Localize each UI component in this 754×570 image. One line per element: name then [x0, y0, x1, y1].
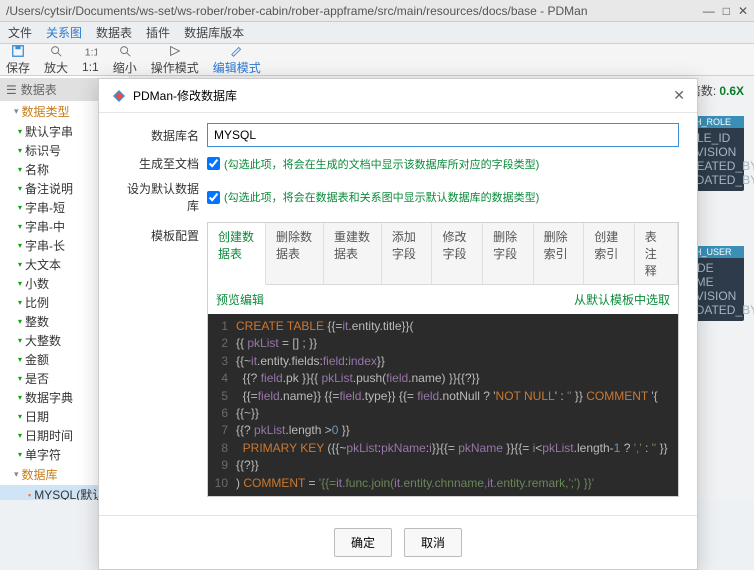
- default-hint: (勾选此项，将会在数据表和关系图中显示默认数据库的数据类型): [224, 189, 539, 205]
- edit-db-modal: PDMan-修改数据库 ✕ 数据库名 生成至文档 (勾选此项，将会在生成的文档中…: [98, 78, 698, 570]
- menubar: 文件 关系图 数据表 插件 数据库版本: [0, 22, 754, 44]
- menu-plugin[interactable]: 插件: [146, 24, 170, 41]
- preview-link[interactable]: 预览编辑: [216, 291, 264, 308]
- template-tab[interactable]: 创建索引: [584, 223, 635, 284]
- cancel-button[interactable]: 取消: [404, 528, 462, 557]
- menu-relation[interactable]: 关系图: [46, 24, 82, 41]
- template-tab[interactable]: 重建数据表: [324, 223, 382, 284]
- menu-file[interactable]: 文件: [8, 24, 32, 41]
- tb-zoomin[interactable]: 放大: [44, 44, 68, 76]
- tb-save[interactable]: 保存: [6, 44, 30, 76]
- tb-11[interactable]: 1:11:1: [82, 45, 99, 74]
- template-tab[interactable]: 删除字段: [483, 223, 534, 284]
- dbname-input[interactable]: [207, 123, 679, 147]
- gendoc-hint: (勾选此项，将会在生成的文档中显示该数据库所对应的字段类型): [224, 156, 539, 172]
- toolbar: 保存 放大 1:11:1 缩小 操作模式 编辑模式: [0, 44, 754, 76]
- maximize-icon[interactable]: □: [723, 4, 730, 18]
- template-tabs: 创建数据表删除数据表重建数据表添加字段修改字段删除字段删除索引创建索引表注释: [208, 223, 678, 285]
- template-tab[interactable]: 创建数据表: [208, 223, 266, 285]
- label-gendoc: 生成至文档: [117, 155, 207, 172]
- tb-zoomout[interactable]: 缩小: [113, 44, 137, 76]
- label-default: 设为默认数据库: [117, 180, 207, 214]
- modal-title: PDMan-修改数据库: [133, 87, 237, 104]
- modal-header: PDMan-修改数据库 ✕: [99, 79, 697, 113]
- tb-opmode[interactable]: 操作模式: [151, 44, 199, 76]
- ok-button[interactable]: 确定: [334, 528, 392, 557]
- menu-table[interactable]: 数据表: [96, 24, 132, 41]
- select-default-link[interactable]: 从默认模板中选取: [574, 291, 670, 308]
- template-tab[interactable]: 删除数据表: [266, 223, 324, 284]
- label-tpl: 模板配置: [117, 222, 207, 244]
- tb-editmode[interactable]: 编辑模式: [213, 44, 261, 76]
- close-icon[interactable]: ✕: [738, 4, 748, 18]
- template-tab[interactable]: 删除索引: [534, 223, 585, 284]
- window-path: /Users/cytsir/Documents/ws-set/ws-rober/…: [6, 4, 588, 18]
- template-tab[interactable]: 修改字段: [432, 223, 483, 284]
- titlebar: /Users/cytsir/Documents/ws-set/ws-rober/…: [0, 0, 754, 22]
- default-checkbox[interactable]: [207, 191, 220, 204]
- svg-text:1:1: 1:1: [85, 47, 97, 59]
- gendoc-checkbox[interactable]: [207, 157, 220, 170]
- minimize-icon[interactable]: —: [703, 4, 715, 18]
- code-editor[interactable]: 1CREATE TABLE {{=it.entity.title}}(2{{ p…: [208, 314, 678, 496]
- menu-dbver[interactable]: 数据库版本: [184, 24, 244, 41]
- modal-close-icon[interactable]: ✕: [673, 87, 685, 104]
- label-dbname: 数据库名: [117, 127, 207, 144]
- template-tab[interactable]: 添加字段: [382, 223, 433, 284]
- app-logo-icon: [111, 88, 127, 104]
- template-tab[interactable]: 表注释: [635, 223, 678, 284]
